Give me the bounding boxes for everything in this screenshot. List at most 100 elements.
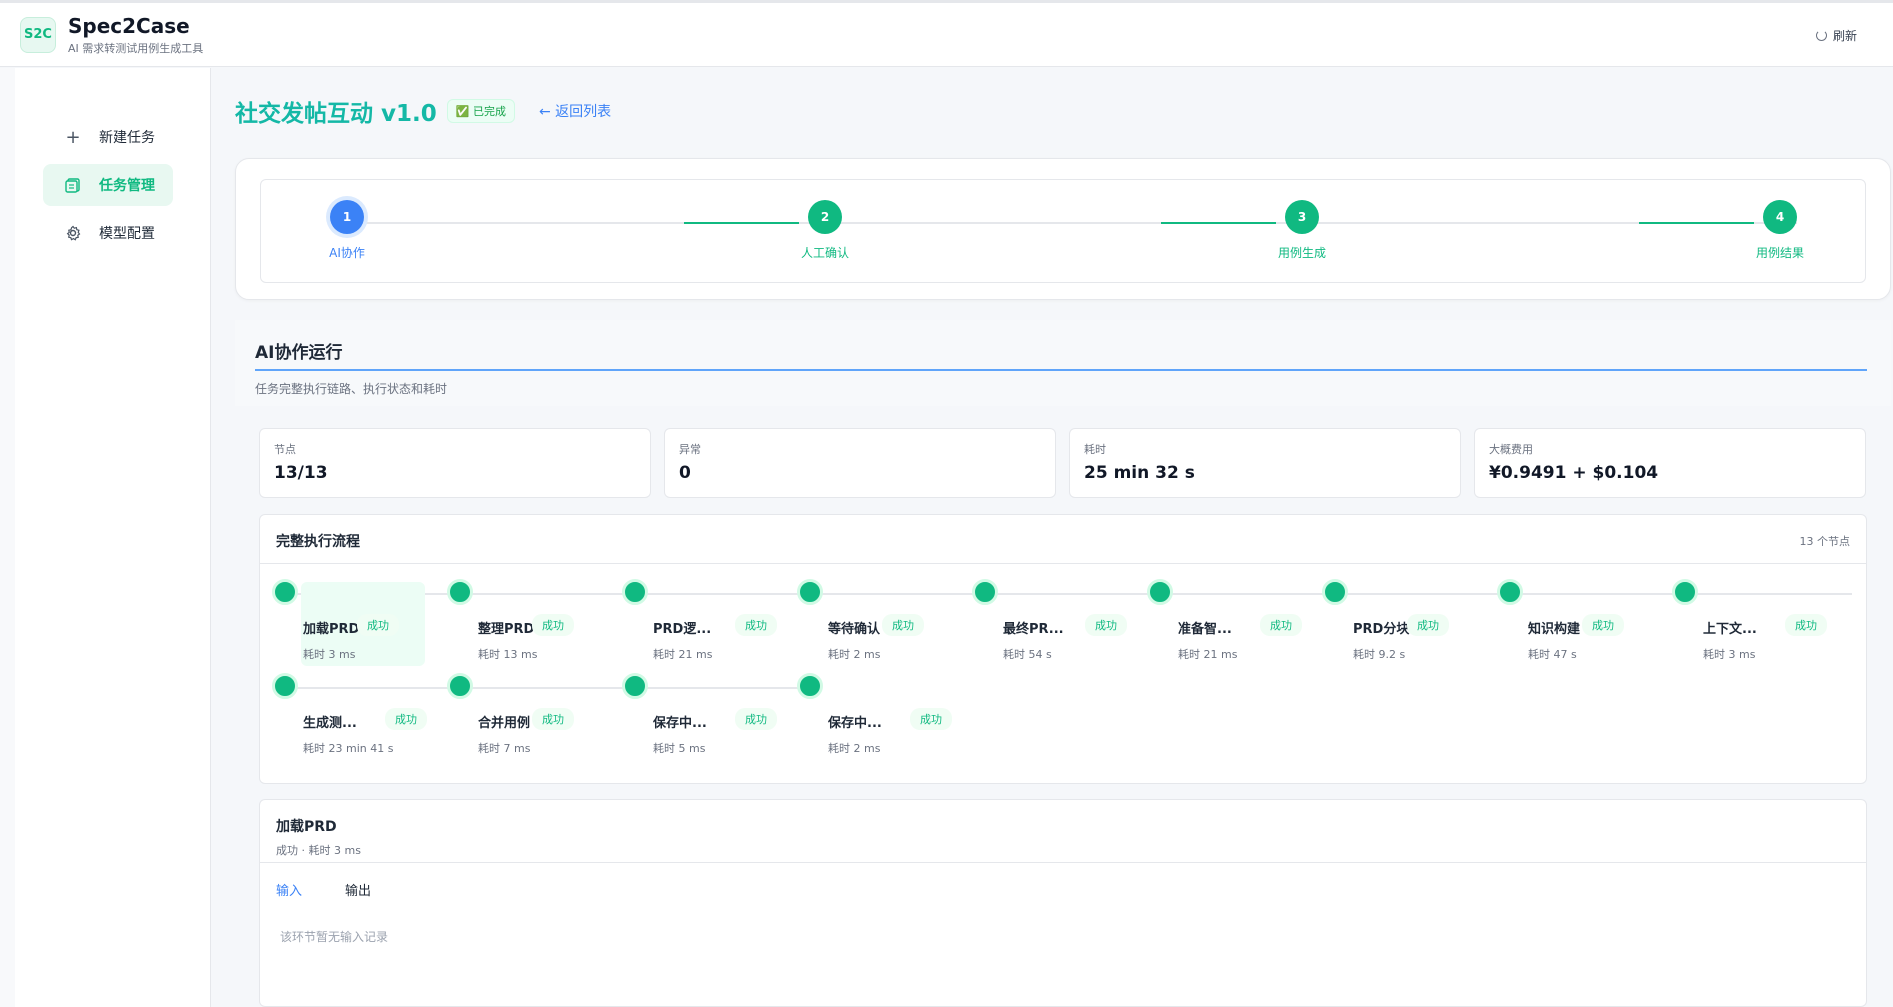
step-ai-collab[interactable]: 1 AI协作 [287, 200, 407, 261]
step-number: 2 [808, 200, 842, 234]
step-number: 3 [1285, 200, 1319, 234]
flow-node[interactable]: 保存中... 成功 耗时 5 ms [622, 673, 795, 760]
node-status-badge: 成功 [1260, 614, 1302, 636]
sidebar-item-label: 任务管理 [99, 178, 155, 194]
node-status-badge: 成功 [735, 708, 777, 730]
detail-subtitle: 成功 · 耗时 3 ms [276, 844, 361, 857]
node-duration: 耗时 21 ms [653, 648, 713, 661]
node-duration: 耗时 54 s [1003, 648, 1052, 661]
gear-icon [65, 225, 81, 241]
app-name: Spec2Case [68, 13, 190, 38]
status-dot-icon [797, 579, 823, 605]
flow-node[interactable]: 生成测... 成功耗时 23 min 41 s [272, 673, 445, 760]
app-logo: S2C [20, 16, 56, 53]
sidebar: + 新建任务 任务管理 模型配置 [15, 68, 211, 1007]
flow-node[interactable]: 保存中... 成功耗时 2 ms [797, 673, 970, 760]
status-dot-icon [1147, 579, 1173, 605]
node-duration: 耗时 9.2 s [1353, 648, 1406, 661]
tab-input[interactable]: 输入 [276, 880, 302, 899]
step-label: 用例生成 [1277, 246, 1326, 260]
node-name: 保存中... [828, 716, 882, 731]
sidebar-item-new-task[interactable]: + 新建任务 [43, 116, 173, 158]
flow-node[interactable]: 最终PR... 成功耗时 54 s [972, 579, 1145, 666]
node-duration: 耗时 3 ms [303, 648, 356, 661]
step-case-result[interactable]: 4 用例结果 [1720, 200, 1840, 261]
node-duration: 耗时 2 ms [828, 742, 881, 755]
step-manual-confirm[interactable]: 2 人工确认 [765, 200, 885, 261]
status-dot-icon [622, 673, 648, 699]
stat-label: 大概费用 [1489, 443, 1533, 456]
section-header: AI协作运行 任务完整执行链路、执行状态和耗时 [235, 320, 1891, 406]
status-dot-icon [272, 579, 298, 605]
page-title: 社交发帖互动 v1.0 [235, 101, 437, 127]
stat-duration: 耗时 25 min 32 s [1069, 428, 1461, 498]
step-case-generation[interactable]: 3 用例生成 [1242, 200, 1362, 261]
status-dot-icon [447, 579, 473, 605]
flow-node[interactable]: 等待确认 成功 耗时 2 ms [797, 579, 970, 666]
refresh-button[interactable]: 刷新 [1815, 27, 1857, 44]
app-header: S2C Spec2Case AI 需求转测试用例生成工具 刷新 [0, 0, 1893, 67]
section-title: AI协作运行 [255, 343, 343, 363]
status-dot-icon [1672, 579, 1698, 605]
stat-value: 13/13 [274, 463, 328, 483]
node-status-badge: 成功 [1407, 614, 1449, 636]
step-label: 用例结果 [1755, 246, 1804, 260]
flow-node[interactable]: 整理PRD 成功 耗时 13 ms [447, 579, 620, 666]
node-duration: 耗时 47 s [1528, 648, 1577, 661]
sidebar-item-task-management[interactable]: 任务管理 [43, 164, 173, 206]
node-duration: 耗时 23 min 41 s [303, 742, 394, 755]
node-status-badge: 成功 [1085, 614, 1127, 636]
flow-node[interactable]: 准备智... 成功 耗时 21 ms [1147, 579, 1320, 666]
detail-title: 加载PRD [276, 819, 337, 835]
title-row: 社交发帖互动 v1.0 ✅ 已完成 ← 返回列表 [235, 94, 611, 128]
tab-output[interactable]: 输出 [345, 880, 371, 899]
stat-cost: 大概费用 ¥0.9491 + $0.104 [1474, 428, 1866, 498]
status-dot-icon [972, 579, 998, 605]
plus-icon: + [65, 126, 81, 148]
section-underline [255, 369, 1867, 371]
app-subtitle: AI 需求转测试用例生成工具 [68, 41, 204, 55]
node-duration: 耗时 3 ms [1703, 648, 1756, 661]
left-strip [0, 68, 15, 1007]
flow-node[interactable]: 上下文... 成功耗时 3 ms [1672, 579, 1845, 666]
node-name: PRD逻... [653, 622, 712, 637]
node-duration: 耗时 7 ms [478, 742, 531, 755]
node-status-badge: 成功 [735, 614, 777, 636]
node-status-badge: 成功 [1785, 614, 1827, 636]
node-status-badge: 成功 [357, 614, 399, 636]
step-number: 1 [330, 200, 364, 234]
step-label: AI协作 [329, 246, 365, 260]
flow-node[interactable]: PRD分块 成功 耗时 9.2 s [1322, 579, 1495, 666]
flow-node[interactable]: 知识构建 成功 耗时 47 s [1497, 579, 1670, 666]
section-description: 任务完整执行链路、执行状态和耗时 [255, 382, 448, 396]
sidebar-item-label: 新建任务 [99, 130, 155, 146]
status-dot-icon [272, 673, 298, 699]
node-name: 上下文... [1703, 622, 1757, 637]
node-detail-card: 加载PRD 成功 · 耗时 3 ms 输入 输出 该环节暂无输入记录 [259, 799, 1867, 1007]
status-dot-icon [1322, 579, 1348, 605]
node-name: 最终PR... [1003, 622, 1064, 637]
back-to-list-link[interactable]: ← 返回列表 [539, 101, 611, 121]
status-dot-icon [447, 673, 473, 699]
divider [260, 862, 1866, 863]
flow-node[interactable]: 加载PRD 成功 耗时 3 ms [272, 579, 445, 666]
flow-title: 完整执行流程 [276, 534, 360, 550]
flow-node-count: 13 个节点 [1799, 535, 1851, 548]
stat-value: ¥0.9491 + $0.104 [1489, 463, 1659, 483]
empty-state-text: 该环节暂无输入记录 [280, 930, 389, 944]
flow-node[interactable]: PRD逻... 成功耗时 21 ms [622, 579, 795, 666]
refresh-label: 刷新 [1832, 29, 1857, 43]
brand: Spec2Case AI 需求转测试用例生成工具 [68, 14, 203, 56]
node-status-badge: 成功 [532, 614, 574, 636]
status-dot-icon [622, 579, 648, 605]
refresh-icon [1815, 30, 1827, 41]
node-status-badge: 成功 [910, 708, 952, 730]
stat-label: 节点 [274, 443, 296, 456]
status-dot-icon [797, 673, 823, 699]
flow-node[interactable]: 合并用例 成功 耗时 7 ms [447, 673, 620, 760]
task-list-icon [65, 177, 81, 193]
sidebar-item-model-config[interactable]: 模型配置 [43, 212, 173, 254]
sidebar-item-label: 模型配置 [99, 226, 155, 242]
node-name: 生成测... [303, 716, 357, 731]
node-status-badge: 成功 [385, 708, 427, 730]
